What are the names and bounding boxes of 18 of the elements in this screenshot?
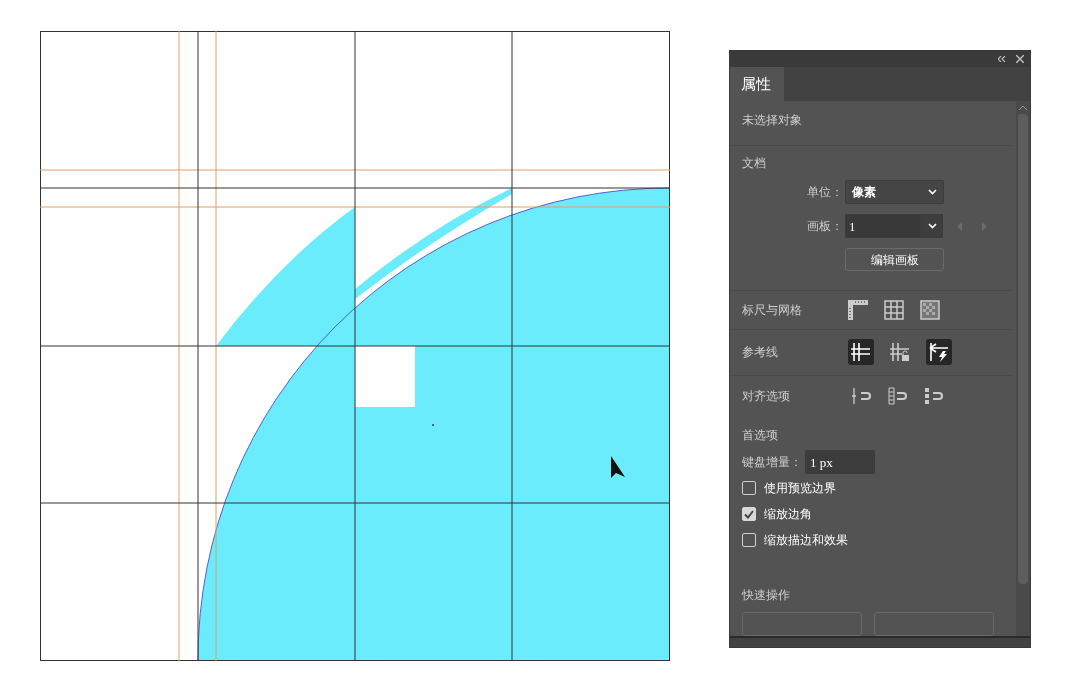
section-heading: 参考线	[742, 344, 779, 362]
section-heading: 对齐选项	[742, 388, 791, 406]
checkbox-label: 使用预览边界	[764, 479, 836, 497]
field-label: 画板：	[806, 218, 844, 236]
section-heading: 未选择对象	[742, 112, 803, 130]
field-label: 键盘增量：	[742, 454, 803, 472]
checkbox-label: 缩放边角	[764, 506, 812, 524]
field-label: 单位：	[806, 184, 844, 202]
section-heading: 文档	[742, 155, 767, 173]
unit-dropdown[interactable]: 像素	[845, 180, 944, 205]
artboard-field[interactable]: 1	[845, 214, 921, 239]
panel-tab[interactable]: 属性	[730, 67, 784, 101]
section-heading: 首选项	[742, 427, 779, 445]
checkbox-label: 缩放描边和效果	[764, 532, 848, 550]
keyboard-increment-field[interactable]: 1 px	[805, 450, 875, 475]
section-heading: 快速操作	[742, 586, 791, 604]
edit-artboards-button[interactable]: 编辑画板	[845, 248, 944, 272]
section-heading: 标尺与网格	[742, 301, 803, 319]
